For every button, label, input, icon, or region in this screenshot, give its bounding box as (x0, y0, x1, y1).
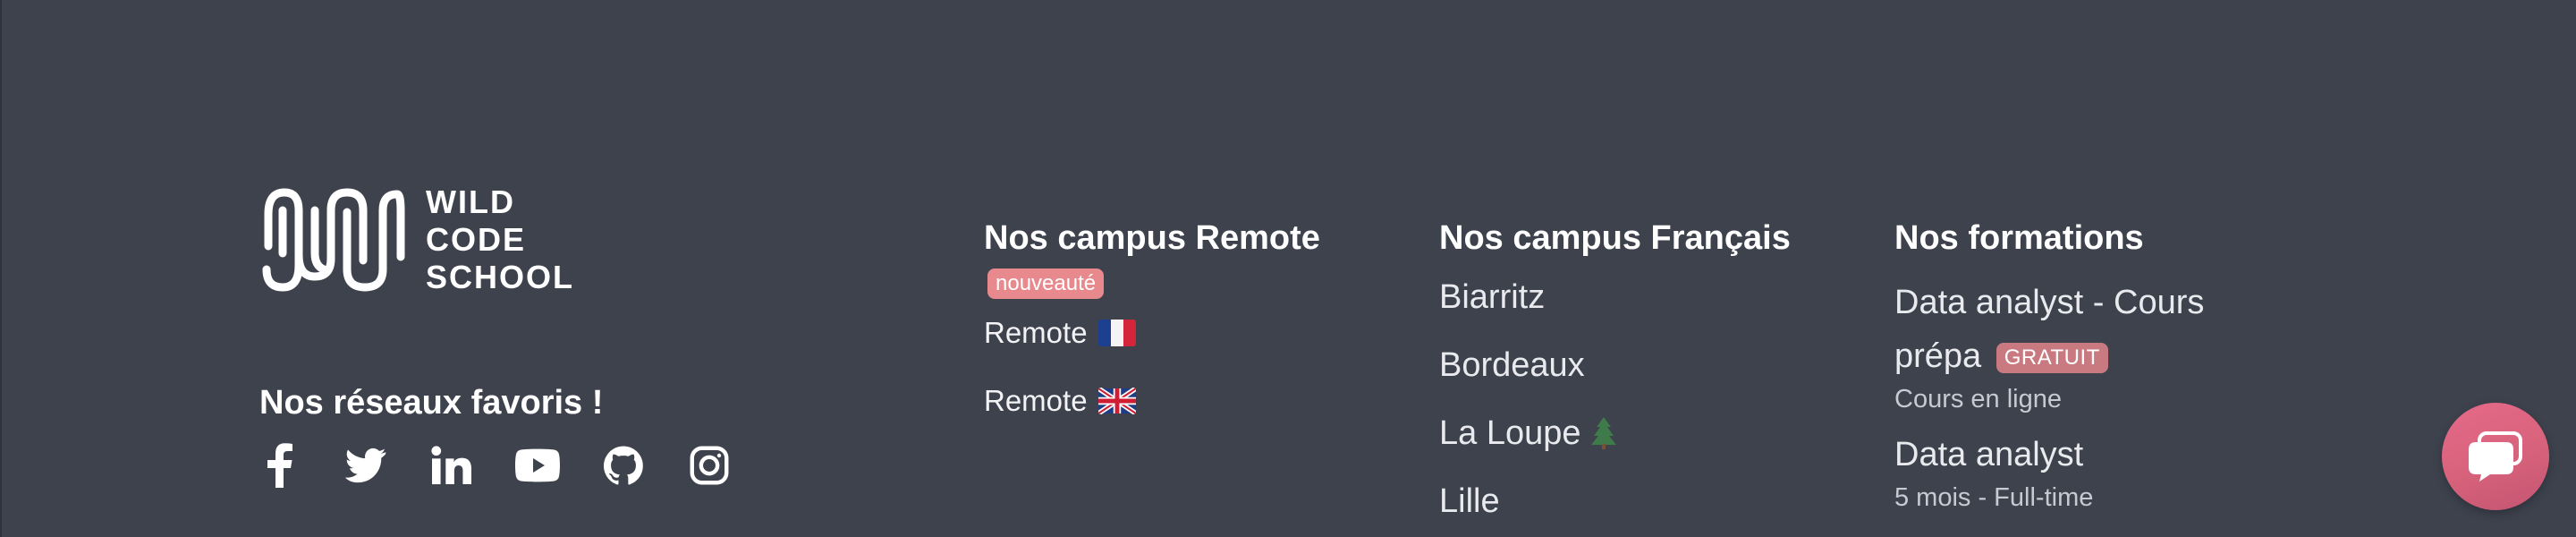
formation-subtitle: Cours en ligne (1894, 385, 2062, 413)
french-campus-column: Nos campus Français Biarritz Bordeaux La… (1439, 218, 1833, 537)
remote-campus-france[interactable]: Remote (984, 313, 1360, 353)
chat-button[interactable] (2442, 403, 2549, 510)
remote-campus-uk[interactable]: Remote (984, 381, 1360, 421)
social-title: Nos réseaux favoris ! (259, 384, 604, 422)
facebook-link[interactable] (258, 440, 302, 490)
formation-data-analyst-prepa[interactable]: Data analyst - Cours prépa GRATUIT Cours… (1894, 276, 2288, 415)
remote-campus-label: Remote (984, 316, 1088, 349)
github-link[interactable] (601, 440, 646, 490)
linkedin-icon (431, 446, 471, 485)
remote-campus-list: Remote Remote (984, 313, 1360, 421)
youtube-icon (515, 448, 560, 482)
campus-label: Bordeaux (1439, 346, 1585, 384)
linkedin-link[interactable] (429, 440, 474, 490)
campus-biarritz[interactable]: Biarritz (1439, 276, 1833, 319)
campus-label: La Loupe (1439, 414, 1581, 452)
twitter-icon (345, 448, 386, 483)
campus-label: Lille (1439, 482, 1500, 520)
logo-line-3: SCHOOL (426, 259, 575, 295)
formation-title: Data analyst (1894, 436, 2084, 473)
chat-bubble-icon (2469, 431, 2522, 482)
formation-subtitle: 5 mois - Full-time (1894, 483, 2094, 512)
pine-tree-icon (1590, 417, 1616, 449)
formation-data-analyst[interactable]: Data analyst 5 mois - Full-time (1894, 428, 2288, 514)
remote-campus-label: Remote (984, 384, 1088, 417)
wild-code-school-logo[interactable]: WILD CODE SCHOOL (258, 183, 574, 296)
free-badge: GRATUIT (1996, 342, 2108, 373)
new-badge: nouveauté (987, 268, 1105, 299)
campus-la-loupe[interactable]: La Loupe (1439, 412, 1833, 455)
facebook-icon (267, 443, 292, 488)
uk-flag-icon (1097, 388, 1136, 414)
campus-lille[interactable]: Lille (1439, 480, 1833, 523)
instagram-icon (690, 446, 729, 485)
formations-list: Data analyst - Cours prépa GRATUIT Cours… (1894, 276, 2288, 514)
formation-title-line1: Data analyst - Cours (1894, 284, 2205, 321)
github-icon (604, 446, 643, 485)
youtube-link[interactable] (515, 440, 560, 490)
wild-code-school-logo-icon (262, 188, 405, 292)
french-campus-title: Nos campus Français (1439, 219, 1791, 257)
logo-line-2: CODE (426, 221, 527, 258)
remote-campus-column: Nos campus Remote nouveauté Remote Remot… (984, 218, 1360, 449)
site-footer: WILD CODE SCHOOL Nos réseaux favoris ! N… (0, 0, 2576, 537)
french-campus-list: Biarritz Bordeaux La Loupe Lille (1439, 276, 1833, 523)
campus-bordeaux[interactable]: Bordeaux (1439, 344, 1833, 387)
campus-label: Biarritz (1439, 278, 1546, 316)
formations-column: Nos formations Data analyst - Cours prép… (1894, 218, 2288, 526)
instagram-link[interactable] (687, 440, 732, 490)
logo-line-1: WILD (426, 183, 515, 220)
logo-wordmark: WILD CODE SCHOOL (426, 185, 574, 294)
social-links (258, 440, 732, 490)
formations-title: Nos formations (1894, 219, 2144, 257)
twitter-link[interactable] (343, 440, 388, 490)
remote-campus-title: Nos campus Remote (984, 219, 1320, 257)
formation-title: Data analyst - Cours prépa GRATUIT (1894, 276, 2288, 383)
france-flag-icon (1097, 320, 1136, 346)
formation-title-line2: prépa (1894, 337, 1982, 375)
